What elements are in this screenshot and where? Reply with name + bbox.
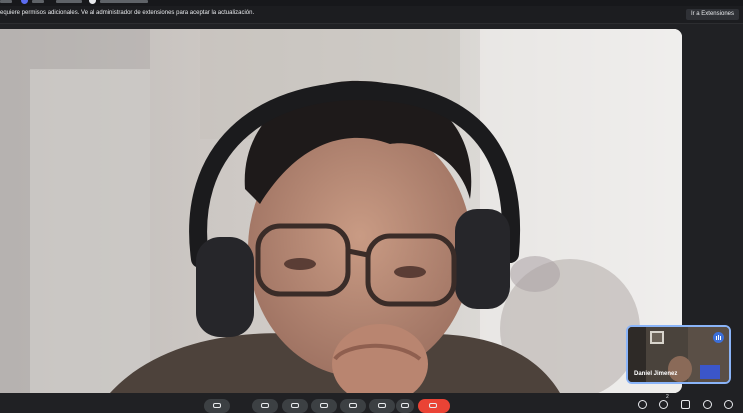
participants-count: 2 bbox=[666, 394, 669, 400]
captions-icon bbox=[291, 403, 299, 408]
mic-button[interactable] bbox=[204, 399, 230, 413]
extension-info-bar: equiere permisos adicionales. Ve al admi… bbox=[0, 6, 743, 24]
more-options-icon bbox=[401, 403, 409, 408]
present-button[interactable] bbox=[340, 399, 366, 413]
camera-icon bbox=[261, 403, 269, 408]
profile-icon bbox=[89, 0, 96, 4]
more-options-button[interactable] bbox=[396, 399, 414, 413]
present-icon bbox=[349, 403, 357, 408]
call-controls-bar: 2 bbox=[0, 394, 743, 413]
meet-logo-icon bbox=[21, 0, 28, 4]
raise-hand-icon bbox=[378, 403, 386, 408]
info-bar-message: equiere permisos adicionales. Ve al admi… bbox=[0, 10, 255, 16]
self-view-name: Daniel Jimenez bbox=[634, 371, 678, 377]
go-to-extensions-button[interactable]: Ir a Extensiones bbox=[685, 9, 739, 20]
camera-button[interactable] bbox=[252, 399, 278, 413]
tab-fragment[interactable] bbox=[32, 0, 44, 3]
raise-hand-button[interactable] bbox=[369, 399, 395, 413]
end-call-icon bbox=[429, 403, 437, 408]
tab-fragment[interactable] bbox=[100, 0, 148, 3]
mic-icon bbox=[213, 403, 221, 408]
participant-video-frame bbox=[0, 29, 682, 393]
tab-fragment[interactable] bbox=[56, 0, 82, 3]
emoji-button[interactable] bbox=[311, 399, 337, 413]
captions-button[interactable] bbox=[282, 399, 308, 413]
tab-fragment[interactable] bbox=[0, 0, 12, 3]
self-view-tile[interactable]: Daniel Jimenez bbox=[626, 325, 731, 384]
emoji-icon bbox=[320, 403, 328, 408]
main-video-tile[interactable] bbox=[0, 29, 682, 393]
end-call-button[interactable] bbox=[418, 399, 450, 413]
audio-wave-icon bbox=[713, 332, 724, 343]
